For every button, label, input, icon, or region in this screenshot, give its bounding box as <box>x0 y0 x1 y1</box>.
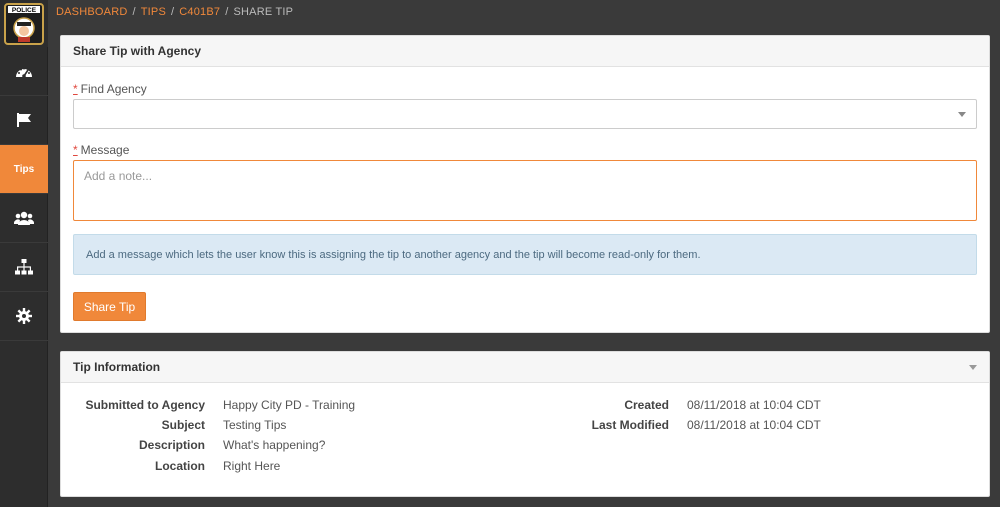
sidebar-item-settings[interactable] <box>0 292 48 341</box>
sidebar-item-tips[interactable]: Tips <box>0 145 48 194</box>
info-alert: Add a message which lets the user know t… <box>73 234 977 275</box>
sidebar-item-organization[interactable] <box>0 243 48 292</box>
share-tip-panel: Share Tip with Agency * Find Agency * Mess… <box>60 35 990 333</box>
find-agency-select[interactable] <box>73 99 977 129</box>
tip-information-panel-title: Tip Information <box>73 360 161 374</box>
police-badge-icon: POLICE <box>4 2 44 45</box>
submitted-to-agency-key: Submitted to Agency <box>85 398 205 412</box>
last-modified-value: 08/11/2018 at 10:04 CDT <box>687 418 821 432</box>
breadcrumb: DASHBOARD / TIPS / C401B7 / SHARE TIP <box>56 6 293 18</box>
org-chart-icon <box>15 259 33 275</box>
flag-icon <box>17 113 31 127</box>
created-value: 08/11/2018 at 10:04 CDT <box>687 398 821 412</box>
sidebar-item-users[interactable] <box>0 194 48 243</box>
breadcrumb-tips[interactable]: TIPS <box>141 6 166 18</box>
required-marker: * <box>73 143 78 157</box>
share-tip-button[interactable]: Share Tip <box>73 292 146 321</box>
location-key: Location <box>155 459 205 473</box>
sidebar: POLICE Tips <box>0 0 48 507</box>
breadcrumb-current: SHARE TIP <box>233 6 294 18</box>
subject-key: Subject <box>161 418 205 432</box>
description-value: What's happening? <box>223 438 326 452</box>
find-agency-label-text: Find Agency <box>80 82 147 96</box>
message-label-text: Message <box>80 143 130 157</box>
dashboard-icon <box>16 67 32 78</box>
subject-value: Testing Tips <box>223 418 287 432</box>
description-key: Description <box>138 438 205 452</box>
tip-information-panel-header[interactable]: Tip Information <box>61 352 989 383</box>
chevron-down-icon <box>958 112 966 117</box>
breadcrumb-separator: / <box>132 6 136 18</box>
find-agency-label: * Find Agency <box>73 82 147 96</box>
info-alert-text: Add a message which lets the user know t… <box>86 248 701 261</box>
sidebar-item-dashboard[interactable] <box>0 47 48 96</box>
svg-text:POLICE: POLICE <box>12 7 37 14</box>
police-logo[interactable]: POLICE <box>0 0 48 47</box>
breadcrumb-separator: / <box>171 6 175 18</box>
sidebar-item-flags[interactable] <box>0 96 48 145</box>
created-key: Created <box>624 398 669 412</box>
last-modified-key: Last Modified <box>591 418 669 432</box>
submitted-to-agency-value: Happy City PD - Training <box>223 398 356 412</box>
location-value: Right Here <box>223 459 281 473</box>
gear-icon <box>16 308 32 324</box>
tip-information-panel: Tip Information Submitted to Agency Happ… <box>60 351 990 497</box>
chevron-down-icon[interactable] <box>969 364 977 370</box>
required-marker: * <box>73 82 78 96</box>
sidebar-item-label: Tips <box>13 163 35 175</box>
breadcrumb-dashboard[interactable]: DASHBOARD <box>56 6 127 18</box>
breadcrumb-separator: / <box>225 6 229 18</box>
message-label: * Message <box>73 143 129 157</box>
share-tip-panel-header: Share Tip with Agency <box>61 36 989 67</box>
share-tip-panel-title: Share Tip with Agency <box>73 44 202 58</box>
message-textarea[interactable] <box>73 160 977 221</box>
users-icon <box>14 211 34 225</box>
breadcrumb-tip-id[interactable]: C401B7 <box>179 6 220 18</box>
